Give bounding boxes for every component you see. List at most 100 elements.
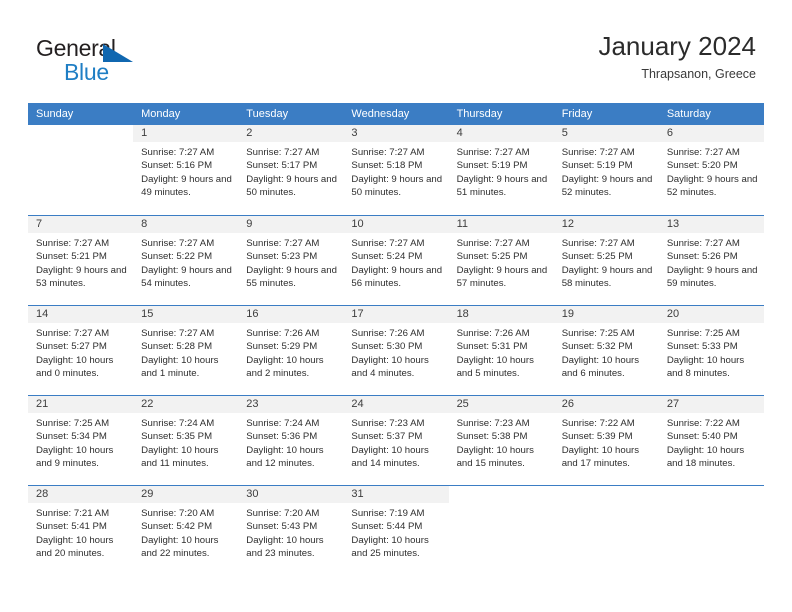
day-number: 7 — [28, 216, 134, 233]
day-cell-27[interactable]: 27 Sunrise: 7:22 AM Sunset: 5:40 PM Dayligh… — [658, 396, 764, 485]
day-cell-4[interactable]: 4 Sunrise: 7:27 AM Sunset: 5:19 PM Daylight… — [448, 125, 554, 215]
daylight-text: Daylight: 9 hours and 57 minutes. — [456, 264, 548, 289]
sunset-text: Sunset: 5:20 PM — [666, 160, 738, 172]
sunrise-text: Sunrise: 7:27 AM — [246, 238, 320, 249]
day-cell-23[interactable]: 23 Sunrise: 7:24 AM Sunset: 5:36 PM Dayligh… — [238, 396, 344, 485]
daylight-text: Daylight: 10 hours and 8 minutes. — [666, 354, 745, 379]
daylight-text: Daylight: 10 hours and 0 minutes. — [36, 354, 114, 379]
day-cell-5[interactable]: 5 Sunrise: 7:27 AM Sunset: 5:19 PM Daylight… — [553, 125, 659, 215]
day-details: Sunrise: 7:24 AM Sunset: 5:36 PM Daylight:… — [238, 413, 343, 470]
day-number: 14 — [28, 306, 134, 323]
daylight-text: Daylight: 10 hours and 20 minutes. — [36, 534, 114, 559]
sunset-text: Sunset: 5:28 PM — [141, 341, 213, 353]
day-cell-1[interactable]: 1 Sunrise: 7:27 AM Sunset: 5:16 PM Daylight… — [133, 125, 239, 215]
sunrise-text: Sunrise: 7:19 AM — [351, 508, 425, 519]
day-cell-6[interactable]: 6 Sunrise: 7:27 AM Sunset: 5:20 PM Daylight… — [658, 125, 764, 215]
day-cell-24[interactable]: 24 Sunrise: 7:23 AM Sunset: 5:37 PM Dayligh… — [343, 396, 449, 485]
sunset-text: Sunset: 5:25 PM — [561, 251, 633, 263]
daylight-text: Daylight: 10 hours and 18 minutes. — [666, 444, 745, 469]
day-cell-29[interactable]: 29 Sunrise: 7:20 AM Sunset: 5:42 PM Dayligh… — [133, 486, 239, 575]
sunrise-text: Sunrise: 7:22 AM — [561, 418, 635, 429]
sunrise-text: Sunrise: 7:20 AM — [246, 508, 320, 519]
day-number: 21 — [28, 396, 134, 413]
sunrise-text: Sunrise: 7:27 AM — [141, 238, 215, 249]
page-title: January 2024 — [598, 31, 756, 61]
day-number: 31 — [343, 486, 449, 503]
day-cell-15[interactable]: 15 Sunrise: 7:27 AM Sunset: 5:28 PM Dayligh… — [133, 306, 239, 395]
sunrise-text: Sunrise: 7:20 AM — [141, 508, 215, 519]
week-row: 7 Sunrise: 7:27 AM Sunset: 5:21 PM Daylight… — [28, 215, 764, 305]
sunset-text: Sunset: 5:31 PM — [456, 341, 528, 353]
day-cell-28[interactable]: 28 Sunrise: 7:21 AM Sunset: 5:41 PM Dayligh… — [28, 486, 134, 575]
day-cell-18[interactable]: 18 Sunrise: 7:26 AM Sunset: 5:31 PM Dayligh… — [448, 306, 554, 395]
day-number: 4 — [448, 125, 554, 142]
day-cell-31[interactable]: 31 Sunrise: 7:19 AM Sunset: 5:44 PM Dayligh… — [343, 486, 449, 575]
sunset-text: Sunset: 5:41 PM — [36, 521, 107, 533]
day-cell-21[interactable]: 21 Sunrise: 7:25 AM Sunset: 5:34 PM Dayligh… — [28, 396, 134, 485]
weekday-header-tuesday: Tuesday — [246, 108, 289, 120]
day-details: Sunrise: 7:20 AM Sunset: 5:43 PM Daylight:… — [238, 503, 343, 560]
sunrise-text: Sunrise: 7:25 AM — [36, 418, 110, 429]
day-cell-7[interactable]: 7 Sunrise: 7:27 AM Sunset: 5:21 PM Daylight… — [28, 216, 134, 305]
day-cell-30[interactable]: 30 Sunrise: 7:20 AM Sunset: 5:43 PM Dayligh… — [238, 486, 344, 575]
sunset-text: Sunset: 5:23 PM — [246, 251, 318, 263]
daylight-text: Daylight: 9 hours and 52 minutes. — [666, 173, 758, 198]
day-number: 9 — [238, 216, 344, 233]
daylight-text: Daylight: 9 hours and 50 minutes. — [246, 173, 337, 198]
day-cell-13[interactable]: 13 Sunrise: 7:27 AM Sunset: 5:26 PM Dayligh… — [658, 216, 764, 305]
day-cell-9[interactable]: 9 Sunrise: 7:27 AM Sunset: 5:23 PM Daylight… — [238, 216, 344, 305]
general-blue-logo[interactable]: General Blue — [36, 36, 176, 88]
day-number: 13 — [658, 216, 764, 233]
sunset-text: Sunset: 5:40 PM — [666, 431, 738, 443]
day-cell-8[interactable]: 8 Sunrise: 7:27 AM Sunset: 5:22 PM Daylight… — [133, 216, 239, 305]
sunrise-text: Sunrise: 7:27 AM — [351, 147, 425, 158]
day-cell-10[interactable]: 10 Sunrise: 7:27 AM Sunset: 5:24 PM Dayligh… — [343, 216, 449, 305]
day-number: 25 — [448, 396, 554, 413]
week-row: 21 Sunrise: 7:25 AM Sunset: 5:34 PM Dayligh… — [28, 395, 764, 485]
daylight-text: Daylight: 9 hours and 52 minutes. — [561, 173, 653, 198]
day-details: Sunrise: 7:26 AM Sunset: 5:30 PM Daylight:… — [343, 323, 448, 380]
day-cell-22[interactable]: 22 Sunrise: 7:24 AM Sunset: 5:35 PM Dayligh… — [133, 396, 239, 485]
day-cell-3[interactable]: 3 Sunrise: 7:27 AM Sunset: 5:18 PM Daylight… — [343, 125, 449, 215]
day-number: 2 — [238, 125, 344, 142]
day-cell-20[interactable]: 20 Sunrise: 7:25 AM Sunset: 5:33 PM Dayligh… — [658, 306, 764, 395]
day-details: Sunrise: 7:27 AM Sunset: 5:18 PM Daylight:… — [343, 142, 448, 199]
day-number: 20 — [658, 306, 764, 323]
day-details: Sunrise: 7:27 AM Sunset: 5:27 PM Daylight:… — [28, 323, 133, 380]
page-header: General Blue January 2024 Thrapsanon, Gr… — [0, 0, 792, 103]
day-number: 6 — [658, 125, 764, 142]
day-cell-2[interactable]: 2 Sunrise: 7:27 AM Sunset: 5:17 PM Daylight… — [238, 125, 344, 215]
day-cell-11[interactable]: 11 Sunrise: 7:27 AM Sunset: 5:25 PM Dayligh… — [448, 216, 554, 305]
day-cell-16[interactable]: 16 Sunrise: 7:26 AM Sunset: 5:29 PM Dayligh… — [238, 306, 344, 395]
day-cell-12[interactable]: 12 Sunrise: 7:27 AM Sunset: 5:25 PM Dayligh… — [553, 216, 659, 305]
daylight-text: Daylight: 9 hours and 50 minutes. — [351, 173, 443, 198]
daylight-text: Daylight: 10 hours and 15 minutes. — [456, 444, 534, 469]
daylight-text: Daylight: 10 hours and 23 minutes. — [246, 534, 324, 559]
daylight-text: Daylight: 9 hours and 55 minutes. — [246, 264, 337, 289]
sunset-text: Sunset: 5:35 PM — [141, 431, 213, 443]
day-number: 18 — [448, 306, 554, 323]
day-details: Sunrise: 7:21 AM Sunset: 5:41 PM Daylight:… — [28, 503, 133, 560]
sunset-text: Sunset: 5:33 PM — [666, 341, 738, 353]
day-cell-14[interactable]: 14 Sunrise: 7:27 AM Sunset: 5:27 PM Dayligh… — [28, 306, 134, 395]
sunrise-text: Sunrise: 7:27 AM — [141, 328, 215, 339]
day-cell-empty — [553, 486, 659, 575]
day-cell-25[interactable]: 25 Sunrise: 7:23 AM Sunset: 5:38 PM Dayligh… — [448, 396, 554, 485]
day-cell-17[interactable]: 17 Sunrise: 7:26 AM Sunset: 5:30 PM Dayligh… — [343, 306, 449, 395]
sunset-text: Sunset: 5:18 PM — [351, 160, 423, 172]
sunset-text: Sunset: 5:19 PM — [456, 160, 528, 172]
daylight-text: Daylight: 10 hours and 5 minutes. — [456, 354, 534, 379]
daylight-text: Daylight: 10 hours and 2 minutes. — [246, 354, 324, 379]
daylight-text: Daylight: 9 hours and 49 minutes. — [141, 173, 232, 198]
week-row: 1 Sunrise: 7:27 AM Sunset: 5:16 PM Daylight… — [28, 125, 764, 215]
day-cell-26[interactable]: 26 Sunrise: 7:22 AM Sunset: 5:39 PM Dayligh… — [553, 396, 659, 485]
day-cell-19[interactable]: 19 Sunrise: 7:25 AM Sunset: 5:32 PM Dayligh… — [553, 306, 659, 395]
title-block: January 2024 Thrapsanon, Greece — [598, 30, 756, 82]
day-cell-empty — [28, 125, 134, 215]
sunset-text: Sunset: 5:24 PM — [351, 251, 423, 263]
sunset-text: Sunset: 5:30 PM — [351, 341, 423, 353]
weekday-header-wednesday: Wednesday — [351, 108, 410, 120]
day-details: Sunrise: 7:22 AM Sunset: 5:39 PM Daylight:… — [554, 413, 659, 470]
sunrise-text: Sunrise: 7:27 AM — [456, 147, 530, 158]
sunrise-text: Sunrise: 7:27 AM — [141, 147, 215, 158]
